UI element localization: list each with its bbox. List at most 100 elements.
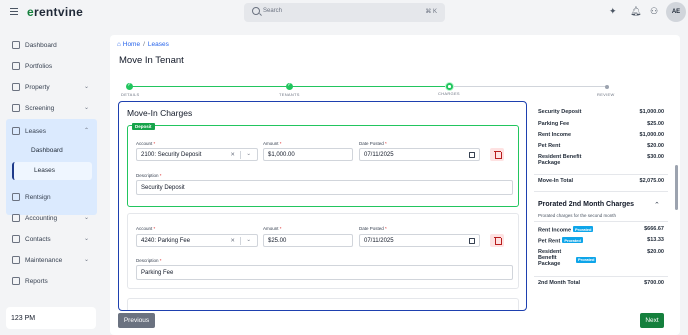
sidebar-item-maintenance[interactable]: Maintenance ⌄ xyxy=(12,254,98,268)
summary-label: Rent Income xyxy=(538,132,572,138)
second-month-total-row: 2nd Month Total $700.00 xyxy=(538,280,664,286)
summary-total-label: 2nd Month Total xyxy=(538,280,581,286)
date-posted-label: Date Posted * xyxy=(359,141,387,146)
chevron-down-icon: ⌄ xyxy=(84,215,90,221)
calendar-icon[interactable] xyxy=(469,152,475,158)
hamburger-menu-icon[interactable] xyxy=(10,8,18,15)
wrench-icon xyxy=(12,256,20,264)
sidebar-item-accounting[interactable]: Accounting ⌄ xyxy=(12,212,98,226)
charge-item-partial xyxy=(127,298,519,310)
reports-icon xyxy=(12,277,20,285)
rentsign-icon xyxy=(12,193,20,201)
summary-total-amount: $2,075.00 xyxy=(639,178,664,184)
account-select[interactable]: 2100: Security Deposit ✕ ⌄ xyxy=(136,148,258,161)
contacts-icon xyxy=(12,235,20,243)
screening-icon xyxy=(12,104,20,112)
previous-button[interactable]: Previous xyxy=(118,313,155,328)
account-label: Account * xyxy=(136,141,156,146)
date-posted-input[interactable]: 07/11/2025 xyxy=(359,234,480,247)
sidebar-item-label: Maintenance xyxy=(25,257,63,264)
chevron-down-icon: ⌄ xyxy=(84,257,90,263)
description-input[interactable]: Parking Fee xyxy=(136,265,513,280)
sidebar-item-reports[interactable]: Reports xyxy=(12,275,98,289)
sidebar-item-label: Screening xyxy=(25,105,55,112)
delete-charge-button[interactable] xyxy=(490,148,504,161)
sidebar-item-contacts[interactable]: Contacts ⌄ xyxy=(12,233,98,247)
charge-item: Deposit Account * 2100: Security Deposit… xyxy=(127,123,519,207)
home-icon xyxy=(12,83,20,91)
summary-divider xyxy=(534,191,668,192)
sidebar-item-rentsign[interactable]: Rentsign xyxy=(12,191,98,205)
chevron-down-icon[interactable]: ⌄ xyxy=(246,237,251,243)
breadcrumb-home[interactable]: Home xyxy=(123,41,140,48)
summary-label: Rent Income xyxy=(538,227,572,234)
description-input[interactable]: Security Deposit xyxy=(136,180,513,195)
scrollbar-thumb[interactable] xyxy=(675,165,678,210)
amount-input[interactable]: $25.00 xyxy=(263,234,353,247)
chevron-down-icon: ⌄ xyxy=(84,105,90,111)
summary-amount: $25.00 xyxy=(647,121,664,127)
step-review-dot[interactable] xyxy=(605,84,609,89)
clear-icon[interactable]: ✕ xyxy=(230,152,235,158)
search-bar[interactable]: Search ⌘ K xyxy=(244,3,445,22)
step-charges-dot[interactable] xyxy=(446,83,453,90)
summary-amount: $20.00 xyxy=(647,249,664,255)
sidebar-subitem-leases-active[interactable]: Leases xyxy=(12,162,92,180)
step-details-label: DETAILS xyxy=(121,92,140,97)
date-posted-label: Date Posted * xyxy=(359,226,387,231)
sidebar-item-property[interactable]: Property ⌄ xyxy=(12,81,98,95)
chevron-down-icon: ⌄ xyxy=(84,84,90,90)
delete-charge-button[interactable] xyxy=(490,234,504,247)
sidebar-item-label: Portfolios xyxy=(25,63,53,70)
sidebar-subitem-dashboard[interactable]: Dashboard xyxy=(31,147,63,154)
sidebar-item-screening[interactable]: Screening ⌄ xyxy=(12,102,98,116)
sidebar-item-label: Contacts xyxy=(25,236,51,243)
accessibility-icon[interactable]: ⚇ xyxy=(650,6,658,17)
step-details-dot[interactable] xyxy=(126,82,133,90)
step-tenants-dot[interactable] xyxy=(286,82,293,90)
account-value: 4240: Parking Fee xyxy=(141,238,191,244)
summary-row: Rent Income $1,000.00 xyxy=(538,132,664,138)
breadcrumb-separator: / xyxy=(143,41,145,48)
date-posted-input[interactable]: 07/11/2025 xyxy=(359,148,480,161)
amount-input[interactable]: $1,000.00 xyxy=(263,148,353,161)
summary-label: Pet Rent xyxy=(538,238,561,245)
chevron-down-icon[interactable]: ⌄ xyxy=(246,151,251,157)
breadcrumb-leases[interactable]: Leases xyxy=(148,41,169,48)
summary-label: Resident Benefit Package xyxy=(538,154,582,166)
sparkle-icon[interactable]: ✦ xyxy=(609,6,617,17)
dollar-icon xyxy=(12,214,20,222)
sidebar-item-dashboard[interactable]: Dashboard xyxy=(12,39,98,53)
prorated-section-title[interactable]: Prorated 2nd Month Charges xyxy=(538,201,634,208)
amount-label: Amount * xyxy=(263,226,282,231)
sidebar-item-portfolios[interactable]: Portfolios xyxy=(12,60,98,74)
account-select[interactable]: 4240: Parking Fee ✕ ⌄ xyxy=(136,234,258,247)
summary-divider xyxy=(534,221,668,222)
prorated-badge: Prorated xyxy=(573,226,594,232)
user-avatar[interactable]: AE xyxy=(666,2,686,22)
clock-widget: 123 PM xyxy=(6,307,96,329)
progress-stepper: DETAILS TENANTS CHARGES REVIEW xyxy=(110,82,680,99)
sidebar-item-leases[interactable]: Leases ⌃ xyxy=(12,125,98,139)
chevron-up-icon[interactable]: ⌃ xyxy=(654,201,660,209)
description-label: Description * xyxy=(136,258,162,263)
chevron-down-icon: ⌄ xyxy=(84,236,90,242)
charge-item: Account * 4240: Parking Fee ✕ ⌄ Amount *… xyxy=(127,213,519,289)
prorated-subtitle: Prorated charges for the second month xyxy=(538,213,617,218)
top-bar: erentvine Search ⌘ K ✦ 🔔︎ ⚇ AE xyxy=(0,0,688,26)
calendar-icon[interactable] xyxy=(469,238,475,244)
prorated-row: Pet Rent Prorated $13.33 xyxy=(538,237,664,245)
page-title: Move In Tenant xyxy=(119,55,184,66)
sidebar-item-label: Accounting xyxy=(25,215,58,222)
summary-row: Resident Benefit Package $30.00 xyxy=(538,154,664,166)
summary-row: Pet Rent $20.00 xyxy=(538,143,664,149)
bell-icon[interactable]: 🔔︎ xyxy=(630,6,641,17)
charges-summary: Security Deposit $1,000.00 Parking Fee $25… xyxy=(534,105,668,295)
sidebar-item-label: Leases xyxy=(25,128,46,135)
summary-row: Security Deposit $1,000.00 xyxy=(538,109,664,115)
rentvine-logo[interactable]: erentvine xyxy=(27,5,83,19)
next-button[interactable]: Next xyxy=(640,313,664,328)
summary-amount: $20.00 xyxy=(647,143,664,149)
clear-icon[interactable]: ✕ xyxy=(230,238,235,244)
account-label: Account * xyxy=(136,226,156,231)
